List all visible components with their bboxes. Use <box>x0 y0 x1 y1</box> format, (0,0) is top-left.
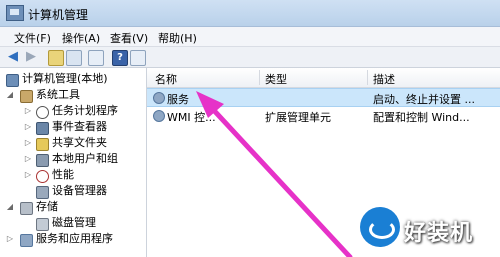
back-arrow-icon[interactable]: ◀ <box>8 50 22 64</box>
collapse-icon[interactable]: ◢ <box>6 199 14 215</box>
column-description[interactable]: 描述 <box>373 71 395 87</box>
tree-label: 设备管理器 <box>52 184 107 197</box>
navigation-tree: 计算机管理(本地) ◢ 系统工具 ▷ 任务计划程序 ▷ 事件查看器 ▷ 共享文件… <box>0 68 147 257</box>
tree-label: 系统工具 <box>36 88 80 101</box>
watermark-text: 好装机 <box>404 221 474 246</box>
menu-file[interactable]: 文件(F) <box>14 30 51 46</box>
tree-label: 本地用户和组 <box>52 152 118 165</box>
list-header: 名称 类型 描述 <box>147 68 500 88</box>
watermark-logo: 好装机 <box>360 205 500 257</box>
expand-icon[interactable]: ▷ <box>6 231 14 247</box>
expand-icon[interactable]: ▷ <box>24 103 32 119</box>
row-name: 服务 <box>167 93 189 106</box>
tree-label: 磁盘管理 <box>52 216 96 229</box>
tree-label: 服务和应用程序 <box>36 232 113 245</box>
users-icon <box>36 154 49 167</box>
row-description: 启动、终止并设置 ... <box>373 93 475 106</box>
properties-icon[interactable] <box>130 50 146 66</box>
export-list-icon[interactable] <box>88 50 104 66</box>
menu-help[interactable]: 帮助(H) <box>158 30 197 46</box>
expand-icon[interactable]: ▷ <box>24 151 32 167</box>
tree-label: 共享文件夹 <box>52 136 107 149</box>
services-apps-icon <box>20 234 33 247</box>
expand-icon[interactable]: ▷ <box>24 167 32 183</box>
row-name: WMI 控... <box>167 111 216 124</box>
menu-view[interactable]: 查看(V) <box>110 30 148 46</box>
wmi-control-icon <box>153 110 165 122</box>
tree-label: 计算机管理(本地) <box>22 72 108 85</box>
help-icon[interactable]: ? <box>112 50 128 66</box>
tree-label: 存储 <box>36 200 58 213</box>
window-title: 计算机管理 <box>28 8 89 22</box>
forward-arrow-icon[interactable]: ▶ <box>26 50 40 64</box>
computer-management-icon <box>6 5 24 21</box>
column-type[interactable]: 类型 <box>265 71 287 87</box>
services-gear-icon <box>153 92 165 104</box>
expand-icon[interactable]: ▷ <box>24 119 32 135</box>
column-name[interactable]: 名称 <box>155 71 177 87</box>
computer-icon <box>6 74 19 87</box>
list-row-services[interactable]: 服务 启动、终止并设置 ... <box>147 88 500 107</box>
column-separator[interactable] <box>367 70 368 85</box>
clock-icon <box>36 106 49 119</box>
row-description: 配置和控制 Wind... <box>373 111 470 124</box>
toolbar: ◀ ▶ ? <box>0 47 500 68</box>
event-viewer-icon <box>36 122 49 135</box>
menu-action[interactable]: 操作(A) <box>62 30 100 46</box>
performance-icon <box>36 170 49 183</box>
disk-icon <box>36 218 49 231</box>
row-type: 扩展管理单元 <box>265 111 331 124</box>
tree-label: 性能 <box>52 168 74 181</box>
device-manager-icon <box>36 186 49 199</box>
storage-icon <box>20 202 33 215</box>
list-row-wmi[interactable]: WMI 控... 扩展管理单元 配置和控制 Wind... <box>147 107 500 124</box>
show-hide-tree-icon[interactable] <box>66 50 82 66</box>
up-folder-icon[interactable] <box>48 50 64 66</box>
column-separator[interactable] <box>259 70 260 85</box>
tree-label: 任务计划程序 <box>52 104 118 117</box>
menu-bar: 文件(F) 操作(A) 查看(V) 帮助(H) <box>0 27 500 47</box>
tree-label: 事件查看器 <box>52 120 107 133</box>
shared-folder-icon <box>36 138 49 151</box>
collapse-icon[interactable]: ◢ <box>6 87 14 103</box>
expand-icon[interactable]: ▷ <box>24 135 32 151</box>
tools-icon <box>20 90 33 103</box>
watermark-icon <box>360 207 400 247</box>
title-bar: 计算机管理 <box>0 0 500 27</box>
